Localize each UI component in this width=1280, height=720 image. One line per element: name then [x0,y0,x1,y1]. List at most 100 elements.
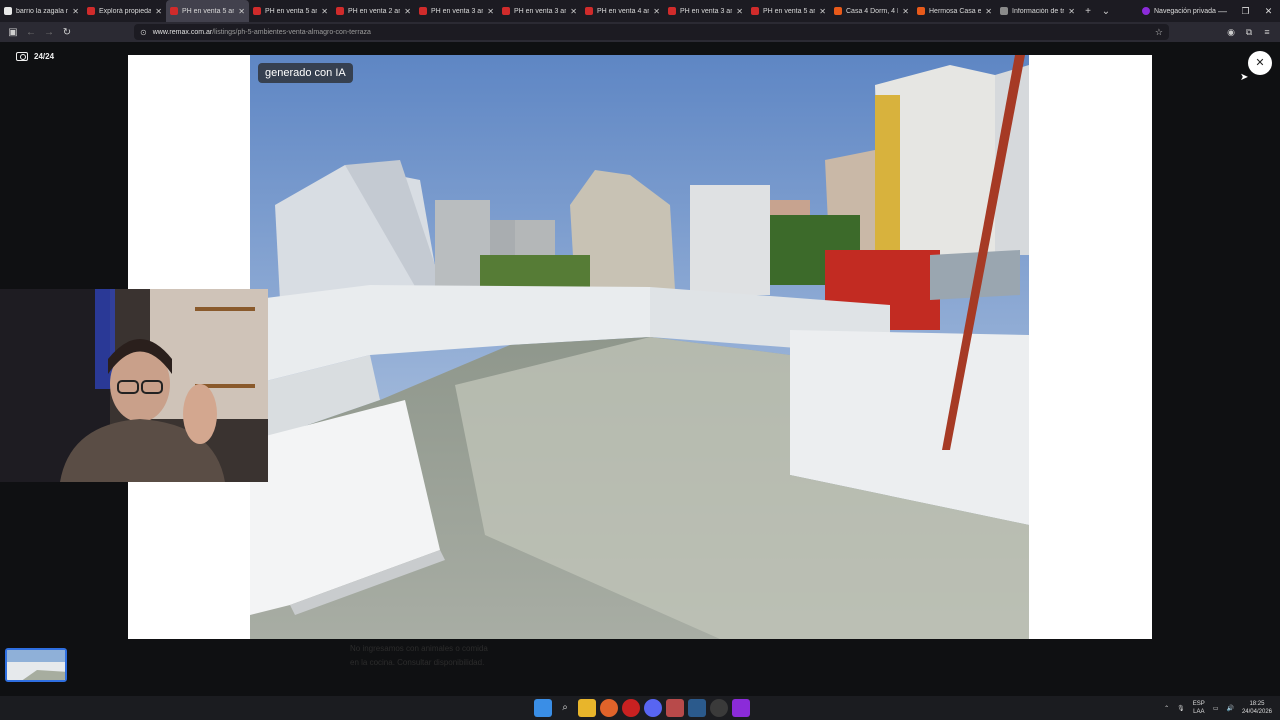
tab-title: PH en venta 2 ambi [348,7,400,15]
tab-favicon-icon [87,7,95,15]
tab-favicon-icon [253,7,261,15]
webcam-overlay [0,289,268,482]
windows-start-icon[interactable] [534,699,552,717]
tab-favicon-icon [170,7,178,15]
windows-taskbar: ⌕ ⌃ 🎙 ESP LAA ▭ 🔊 18:25 24/04/2026 [0,696,1280,720]
site-info-icon[interactable]: ⊙ [140,28,147,37]
browser-tab[interactable]: barrio la zagala neu✕ [0,0,83,22]
account-icon[interactable]: ◉ [1224,27,1238,38]
tab-favicon-icon [1000,7,1008,15]
browser-tab[interactable]: PH en venta 2 ambi ✕ [332,0,415,22]
system-tray: ⌃ 🎙 ESP LAA ▭ 🔊 18:25 24/04/2026 [1164,696,1272,720]
tab-title: PH en venta 3 ambi [680,7,732,15]
gallery-thumbnail[interactable] [5,648,67,682]
tab-title: Explorá propiedade [99,7,152,15]
tab-close-icon[interactable]: ✕ [819,7,826,16]
tab-close-icon[interactable]: ✕ [902,7,909,16]
tab-close-icon[interactable]: ✕ [404,7,411,16]
rooftop-terrace-image [250,55,1029,639]
tab-title: Hermosa Casa en V [929,7,982,15]
tab-close-icon[interactable]: ✕ [72,7,79,16]
browser-tab[interactable]: Explorá propiedade✕ [83,0,166,22]
sidebar-icon[interactable]: ▣ [4,27,22,38]
file-explorer-icon[interactable] [578,699,596,717]
tab-title: PH en venta 3 ambi [431,7,483,15]
browser-tab[interactable]: Hermosa Casa en V✕ [913,0,996,22]
steam-icon[interactable] [688,699,706,717]
tab-strip: barrio la zagala neu✕Explorá propiedade✕… [0,0,1280,22]
tab-favicon-icon [585,7,593,15]
toolbar-extensions: ◉ ⧉ ≡ [1224,22,1274,42]
discord-icon[interactable] [644,699,662,717]
tab-title: PH en venta 4 ambi [597,7,649,15]
tab-title: PH en venta 3 ambi [514,7,566,15]
menu-icon[interactable]: ≡ [1260,27,1274,37]
image-counter: 24/24 [16,52,54,61]
tab-favicon-icon [834,7,842,15]
private-browser-icon[interactable] [732,699,750,717]
tab-close-icon[interactable]: ✕ [653,7,660,16]
browser-tab[interactable]: PH en venta 3 ambi ✕ [664,0,747,22]
private-label: Navegación privada [1154,7,1216,15]
tab-close-icon[interactable]: ✕ [321,7,328,16]
clock[interactable]: 18:25 24/04/2026 [1242,700,1272,716]
gallery-photo[interactable]: generado con IA [250,55,1029,639]
mouse-cursor-icon: ➤ [1240,72,1249,83]
mail-icon[interactable] [666,699,684,717]
close-icon: ✕ [1255,57,1265,69]
tab-favicon-icon [419,7,427,15]
volume-icon[interactable]: 🔊 [1226,705,1233,712]
extensions-icon[interactable]: ⧉ [1242,27,1256,38]
restore-button[interactable]: ❐ [1234,0,1257,22]
tab-title: PH en venta 5 ambi [182,7,234,15]
tab-close-icon[interactable]: ✕ [736,7,743,16]
browser-tab[interactable]: PH en venta 5 ambi ✕ [747,0,830,22]
camera-icon [16,52,28,61]
tab-title: PH en venta 5 ambi [763,7,815,15]
tab-title: PH en venta 5 ambi [265,7,317,15]
minimize-button[interactable]: — [1211,0,1234,22]
browser-tab[interactable]: PH en venta 5 ambi ✕ [249,0,332,22]
close-lightbox-button[interactable]: ✕ [1248,51,1272,75]
tab-close-icon[interactable]: ✕ [487,7,494,16]
private-browsing-indicator: Navegación privada [1142,0,1216,22]
back-button[interactable]: ← [22,27,40,38]
url-text[interactable]: www.remax.com.ar/listings/ph-5-ambientes… [153,29,1149,36]
new-tab-button[interactable]: + [1079,6,1097,17]
tab-favicon-icon [336,7,344,15]
forward-button[interactable]: → [40,27,58,38]
close-window-button[interactable]: ✕ [1257,0,1280,22]
reload-button[interactable]: ↻ [58,27,76,38]
page-content: No ingresamos con animales o comida en l… [0,42,1280,696]
tab-title: barrio la zagala neu [16,7,69,15]
tab-close-icon[interactable]: ✕ [155,7,162,16]
language-indicator[interactable]: ESP LAA [1193,700,1205,716]
address-bar[interactable]: ⊙ www.remax.com.ar/listings/ph-5-ambient… [134,24,1169,40]
streamer-webcam-image [0,289,268,482]
tray-chevron-icon[interactable]: ⌃ [1164,705,1169,712]
browser-tab[interactable]: Casa 4 Dorm, 4 Bañ ✕ [830,0,913,22]
tab-close-icon[interactable]: ✕ [238,7,245,16]
tab-title: Casa 4 Dorm, 4 Bañ [846,7,898,15]
browser-tab[interactable]: PH en venta 4 ambi ✕ [581,0,664,22]
private-mask-icon [1142,7,1150,15]
browser-tab[interactable]: PH en venta 3 ambi ✕ [498,0,581,22]
tab-close-icon[interactable]: ✕ [1068,7,1075,16]
network-icon[interactable]: ▭ [1213,705,1219,712]
tab-close-icon[interactable]: ✕ [570,7,577,16]
tab-close-icon[interactable]: ✕ [985,7,992,16]
search-icon[interactable]: ⌕ [556,699,574,717]
tor-icon[interactable] [622,699,640,717]
list-tabs-button[interactable]: ⌄ [1097,6,1115,17]
mic-icon[interactable]: 🎙 [1177,705,1185,712]
navigation-toolbar: ▣ ← → ↻ ⊙ www.remax.com.ar/listings/ph-5… [0,22,1280,42]
firefox-icon[interactable] [600,699,618,717]
lightbox-frame: generado con IA [128,55,1152,639]
bookmark-star-icon[interactable]: ☆ [1155,27,1163,38]
browser-tab[interactable]: PH en venta 3 ambi ✕ [415,0,498,22]
tab-favicon-icon [502,7,510,15]
tab-favicon-icon [4,7,12,15]
browser-tab[interactable]: Información de tráf✕ [996,0,1079,22]
obs-icon[interactable] [710,699,728,717]
browser-tab[interactable]: PH en venta 5 ambi ✕ [166,0,249,22]
